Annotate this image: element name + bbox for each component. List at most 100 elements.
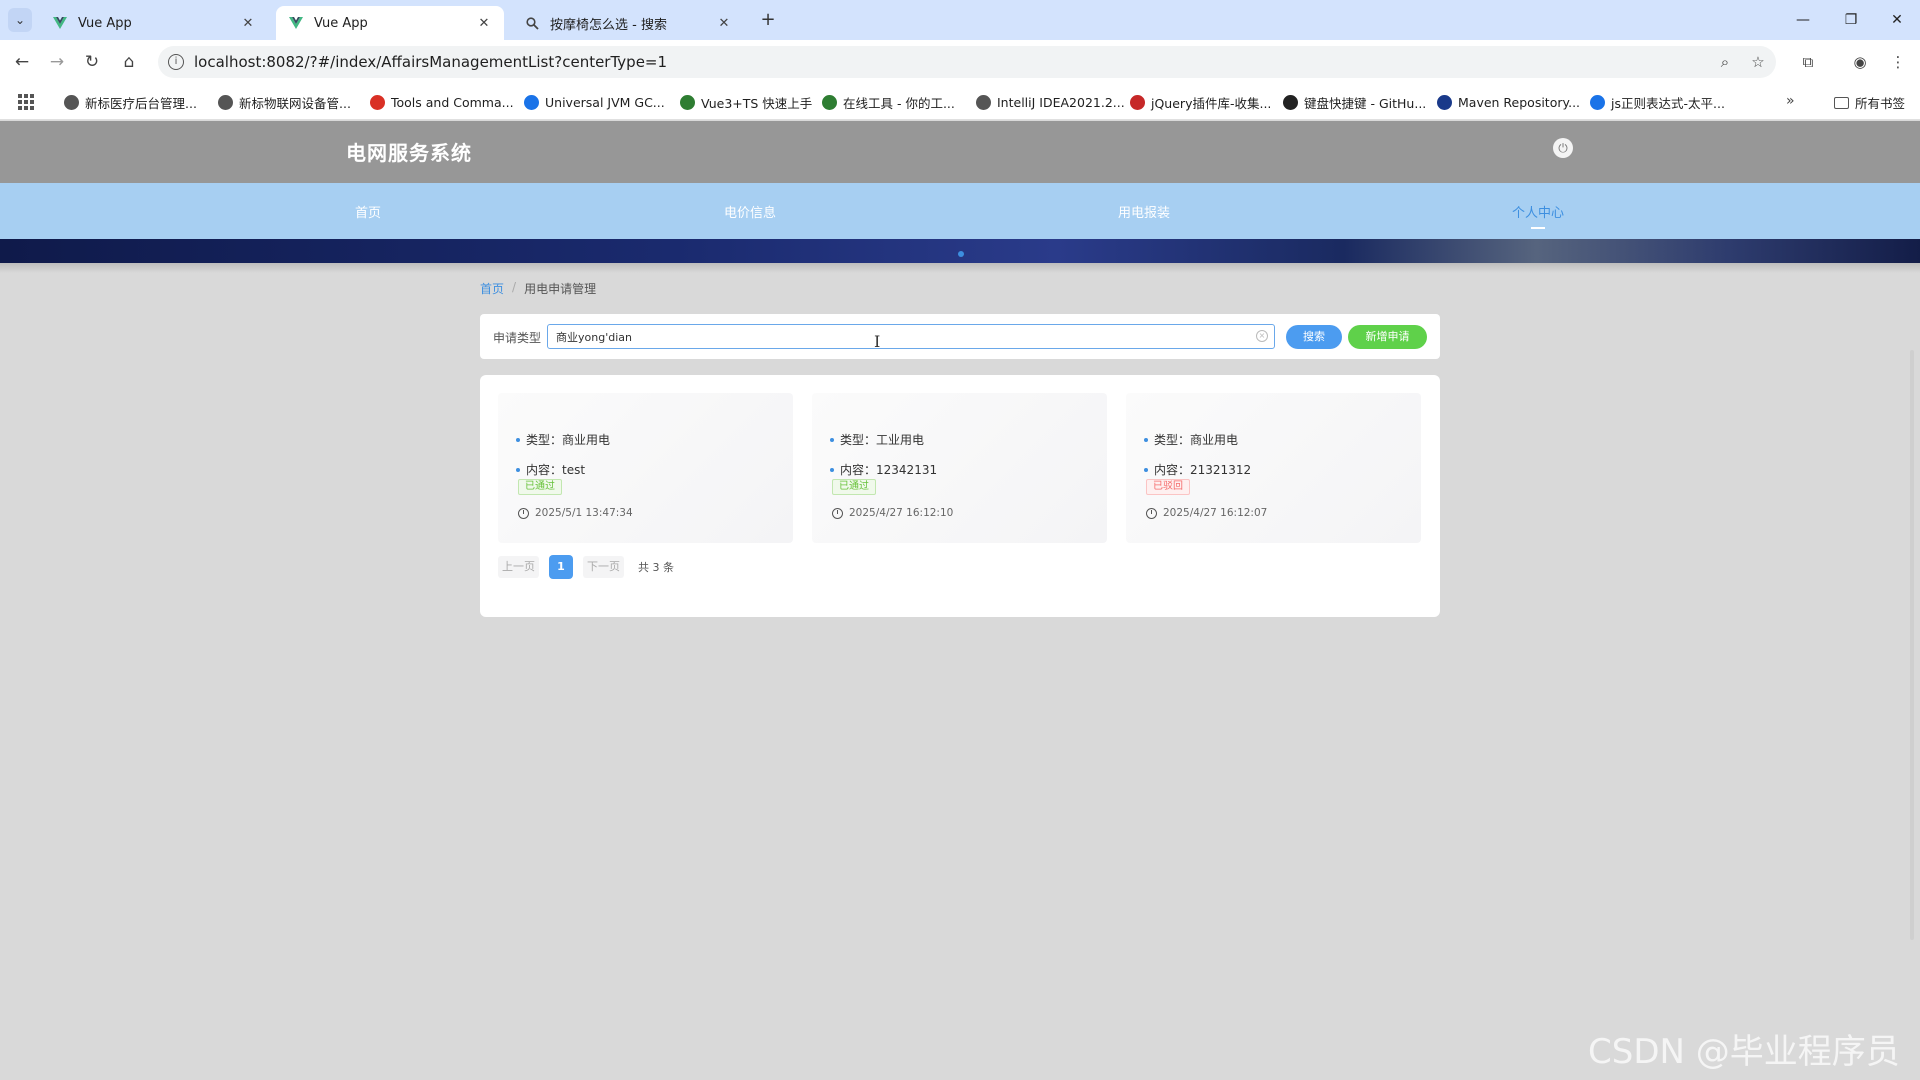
- search-type-input[interactable]: [547, 324, 1275, 349]
- bookmark-favicon-icon: [370, 94, 385, 110]
- window-close-button[interactable]: ✕: [1874, 8, 1920, 32]
- card-type-value: 商业用电: [562, 433, 611, 447]
- card-content-label: 内容：: [840, 463, 877, 477]
- card-time: 2025/5/1 13:47:34: [518, 507, 633, 519]
- zoom-icon[interactable]: ⌕: [1715, 52, 1735, 72]
- application-card[interactable]: 类型： 工业用电 内容： 12342131 已通过 2025/4/27 16:12:…: [812, 393, 1107, 543]
- new-tab-button[interactable]: +: [758, 10, 778, 30]
- reload-icon[interactable]: ↻: [80, 50, 104, 74]
- carousel-indicator[interactable]: [958, 251, 964, 257]
- status-badge: 已驳回: [1146, 479, 1190, 495]
- folder-icon: [1834, 96, 1849, 109]
- menu-icon[interactable]: ⋮: [1886, 50, 1910, 74]
- forward-icon[interactable]: →: [45, 50, 69, 74]
- page-scrollbar[interactable]: [1910, 350, 1914, 940]
- application-card[interactable]: 类型： 商业用电 内容： test 已通过 2025/5/1 13:47:34: [498, 393, 793, 543]
- back-icon[interactable]: ←: [10, 50, 34, 74]
- bullet-icon: [516, 467, 520, 472]
- restore-button[interactable]: ❐: [1828, 8, 1874, 32]
- bookmark-item[interactable]: Maven Repository...: [1437, 93, 1580, 111]
- bookmark-label: 在线工具 - 你的工...: [843, 95, 955, 111]
- text-cursor-icon: I: [874, 332, 881, 351]
- bookmark-favicon-icon: [64, 94, 79, 110]
- all-bookmarks-label: 所有书签: [1855, 96, 1906, 111]
- bookmark-favicon-icon: [1437, 94, 1452, 110]
- bookmark-item[interactable]: 在线工具 - 你的工...: [822, 93, 955, 111]
- breadcrumb-home[interactable]: 首页: [480, 280, 504, 297]
- tab-list-button[interactable]: ⌄: [8, 8, 32, 32]
- profile-icon[interactable]: ◉: [1848, 50, 1872, 74]
- application-card[interactable]: 类型： 商业用电 内容： 21321312 已驳回 2025/4/27 16:12:…: [1126, 393, 1421, 543]
- card-type-value: 工业用电: [876, 433, 925, 447]
- close-icon[interactable]: ✕: [240, 15, 256, 31]
- minimize-button[interactable]: —: [1780, 8, 1826, 32]
- bookmark-star-icon[interactable]: ☆: [1748, 52, 1768, 72]
- page-number-button[interactable]: 1: [549, 555, 573, 579]
- card-content-value: 12342131: [876, 462, 938, 477]
- breadcrumb: 首页 / 用电申请管理: [480, 280, 596, 297]
- banner-carousel: [0, 239, 1920, 263]
- card-content-line: 内容： 21321312: [1144, 461, 1251, 478]
- nav-item-price-info[interactable]: 电价信息: [724, 202, 776, 221]
- card-type-label: 类型：: [1154, 433, 1191, 447]
- tab-title: Vue App: [78, 15, 132, 31]
- watermark: CSDN @毕业程序员: [1588, 1032, 1900, 1072]
- nav-item-home[interactable]: 首页: [355, 202, 381, 221]
- bookmark-favicon-icon: [1283, 94, 1298, 110]
- card-content-line: 内容： 12342131: [830, 461, 937, 478]
- card-content-label: 内容：: [526, 463, 563, 477]
- add-application-button[interactable]: 新增申请: [1348, 325, 1427, 349]
- bookmark-item[interactable]: 键盘快捷键 - GitHu...: [1283, 93, 1426, 111]
- main-nav: 首页 电价信息 用电报装 个人中心: [0, 183, 1920, 239]
- site-info-icon[interactable]: i: [168, 54, 184, 70]
- bookmark-item[interactable]: js正则表达式-太平...: [1590, 93, 1725, 111]
- bookmark-item[interactable]: Universal JVM GC...: [524, 93, 665, 111]
- next-page-button[interactable]: 下一页: [583, 556, 624, 578]
- status-badge: 已通过: [832, 479, 876, 495]
- card-time: 2025/4/27 16:12:07: [1146, 507, 1267, 519]
- home-icon[interactable]: ⌂: [117, 50, 141, 74]
- prev-page-button[interactable]: 上一页: [498, 556, 539, 578]
- clock-icon: [518, 507, 529, 519]
- bullet-icon: [1144, 437, 1148, 442]
- address-bar[interactable]: i localhost:8082/?#/index/AffairsManagem…: [158, 46, 1776, 78]
- bullet-icon: [1144, 467, 1148, 472]
- browser-tab-2[interactable]: Vue App ✕: [276, 6, 504, 40]
- pagination: 上一页 1 下一页 共 3 条: [498, 555, 674, 579]
- card-time: 2025/4/27 16:12:10: [832, 507, 953, 519]
- card-content-line: 内容： test: [516, 461, 585, 478]
- bookmark-label: Vue3+TS 快速上手: [701, 95, 813, 111]
- browser-tab-3[interactable]: 按摩椅怎么选 - 搜索 ✕: [512, 6, 744, 40]
- search-panel: 申请类型 × I 搜索 新增申请: [480, 314, 1440, 359]
- bookmark-item[interactable]: Vue3+TS 快速上手: [680, 93, 812, 111]
- search-button[interactable]: 搜索: [1286, 325, 1342, 349]
- browser-toolbar: ← → ↻ ⌂ i localhost:8082/?#/index/Affair…: [0, 40, 1920, 84]
- extensions-icon[interactable]: ⧉: [1796, 50, 1820, 74]
- logout-icon[interactable]: ⏻: [1553, 138, 1573, 158]
- apps-grid-icon[interactable]: [18, 94, 34, 110]
- bullet-icon: [516, 437, 520, 442]
- nav-item-installation[interactable]: 用电报装: [1118, 202, 1170, 221]
- clock-icon: [832, 507, 843, 519]
- close-icon[interactable]: ✕: [476, 15, 492, 31]
- bookmarks-overflow-icon[interactable]: »: [1786, 93, 1795, 109]
- bookmark-favicon-icon: [524, 94, 539, 110]
- bookmark-label: IntelliJ IDEA2021.2...: [997, 94, 1125, 110]
- close-icon[interactable]: ✕: [716, 15, 732, 31]
- app-title: 电网服务系统: [346, 141, 472, 165]
- bookmark-item[interactable]: IntelliJ IDEA2021.2...: [976, 93, 1125, 111]
- bookmark-item[interactable]: Tools and Comma...: [370, 93, 514, 111]
- card-type-line: 类型： 商业用电: [1144, 431, 1238, 448]
- browser-tab-1[interactable]: Vue App ✕: [40, 6, 268, 40]
- clear-icon[interactable]: ×: [1256, 330, 1268, 342]
- bookmark-favicon-icon: [1130, 94, 1145, 110]
- bookmark-item[interactable]: 新标物联网设备管...: [218, 93, 351, 111]
- bookmarks-bar: 新标医疗后台管理... 新标物联网设备管... Tools and Comma...…: [0, 84, 1920, 120]
- breadcrumb-current: 用电申请管理: [524, 282, 597, 296]
- nav-item-personal-center[interactable]: 个人中心: [1512, 202, 1564, 221]
- bullet-icon: [830, 467, 834, 472]
- bookmark-item[interactable]: 新标医疗后台管理...: [64, 93, 197, 111]
- application-list-panel: 类型： 商业用电 内容： test 已通过 2025/5/1 13:47:34 类型…: [480, 375, 1440, 617]
- bookmark-item[interactable]: jQuery插件库-收集...: [1130, 93, 1271, 111]
- all-bookmarks-button[interactable]: 所有书签: [1834, 93, 1905, 112]
